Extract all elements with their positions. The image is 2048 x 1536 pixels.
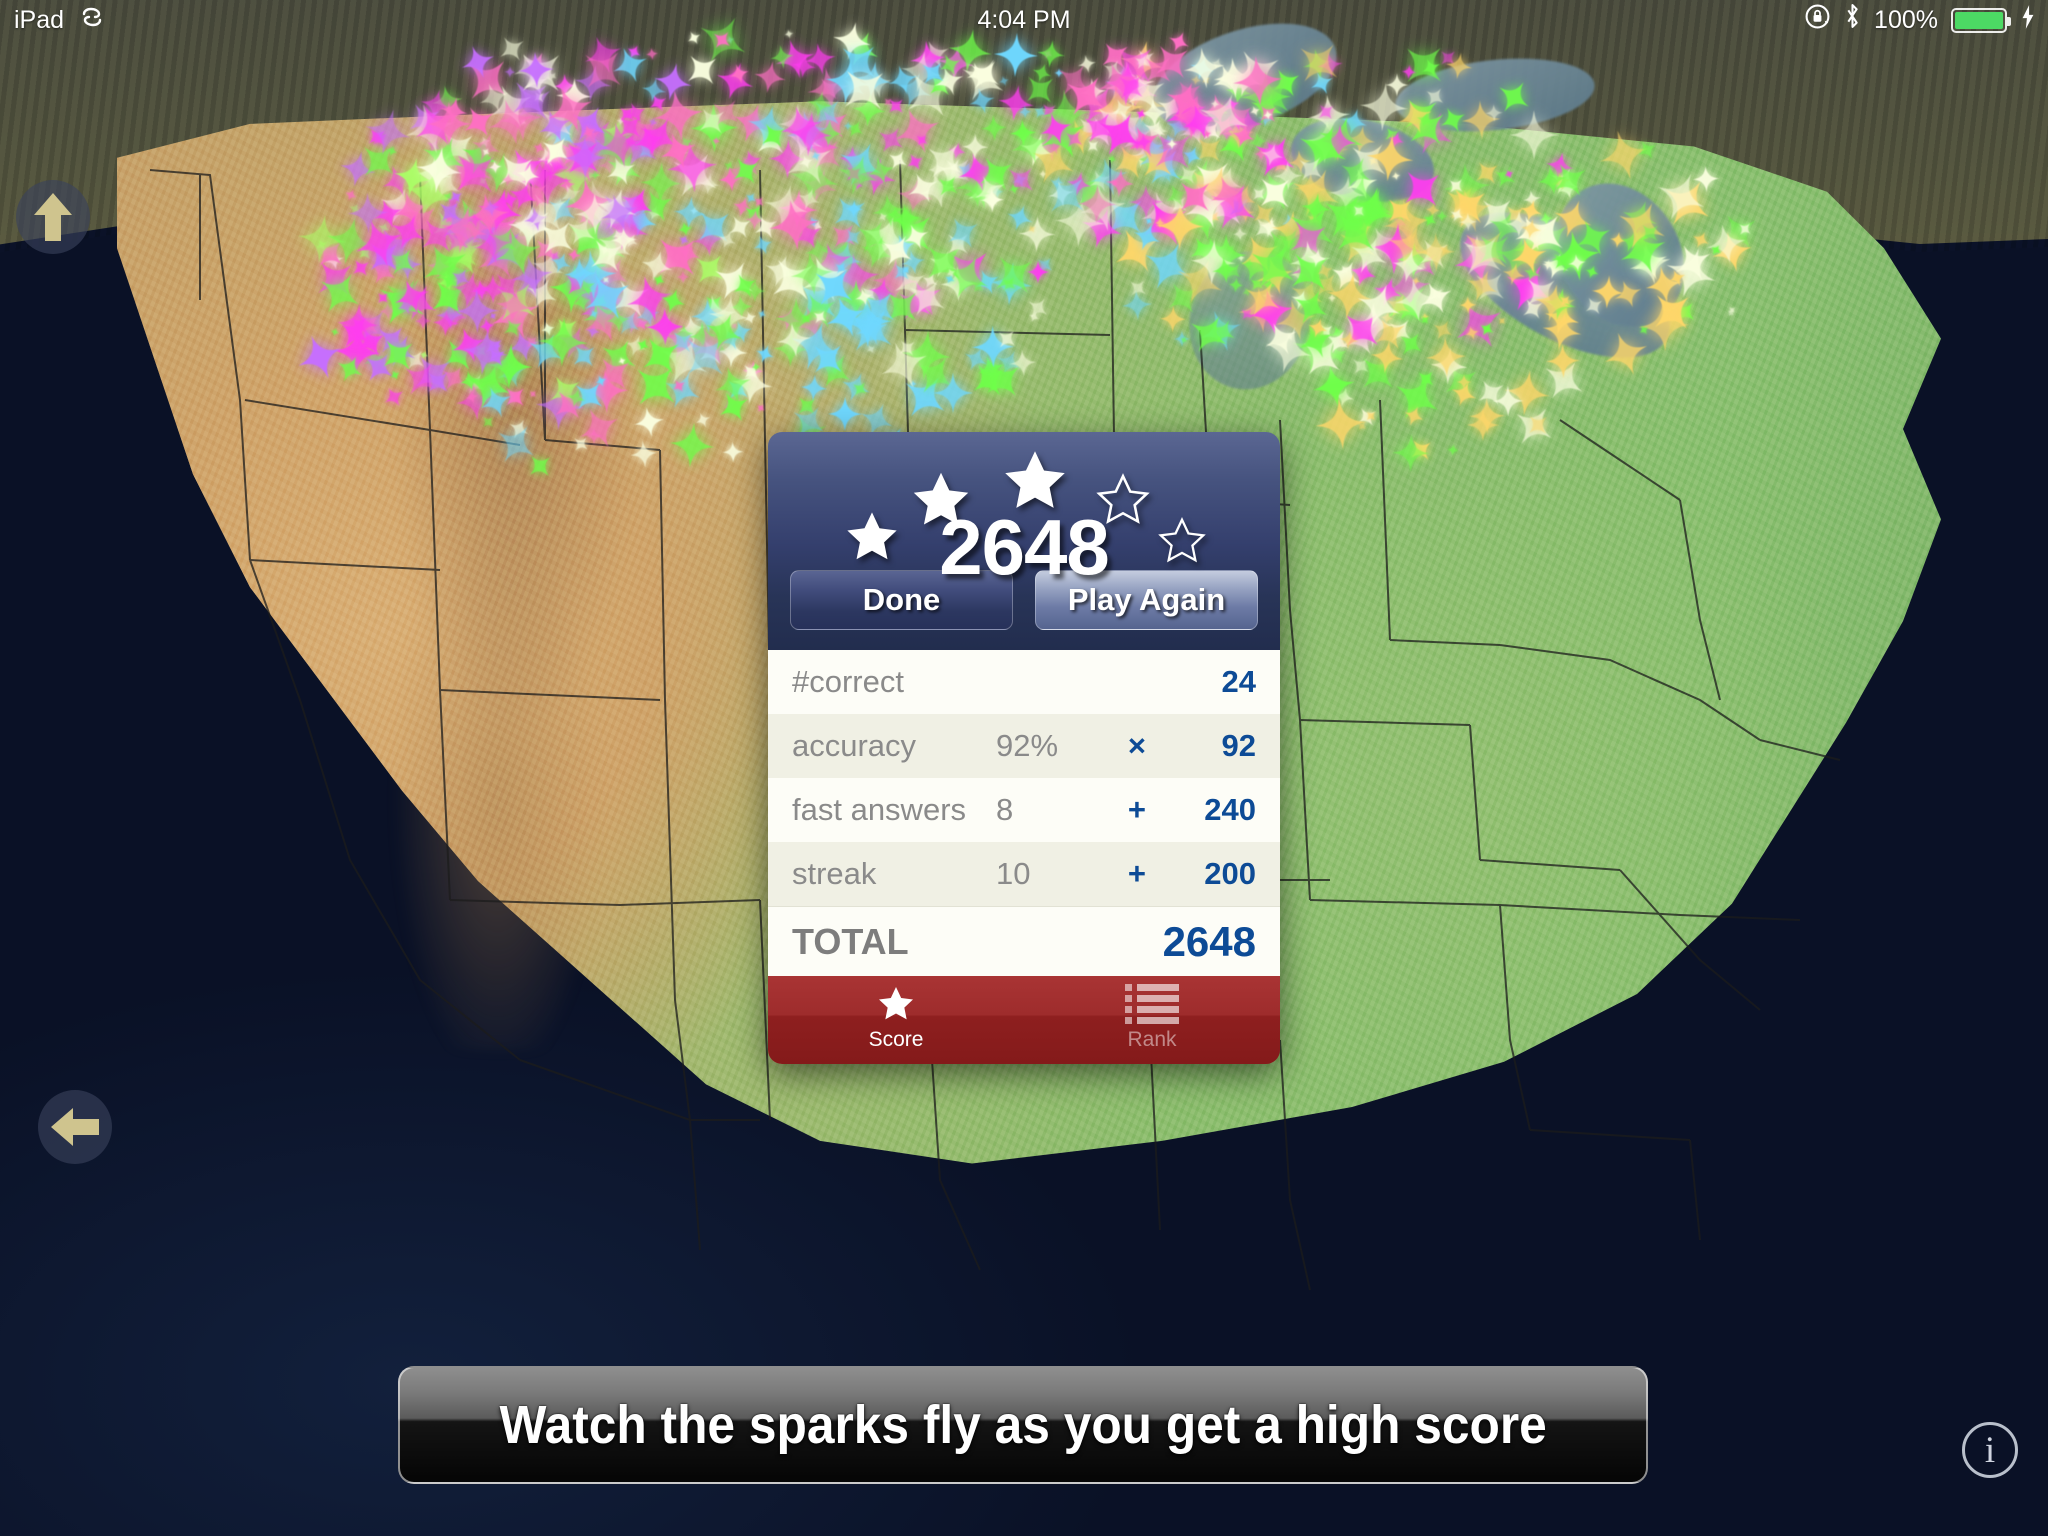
caption-text: Watch the sparks fly as you get a high s… — [499, 1395, 1547, 1455]
score-panel-header: 2648 Done Play Again — [768, 432, 1280, 650]
total-value: 2648 — [1162, 917, 1256, 965]
app-screen: iPad 4:04 PM 100% i 2648 Done Play Again… — [0, 0, 2048, 1536]
stat-label: accuracy — [792, 728, 917, 763]
status-bar-time: 4:04 PM — [977, 5, 1071, 34]
tab-rank[interactable]: Rank — [1024, 976, 1280, 1064]
battery-full-icon — [1951, 7, 2011, 33]
tab-rank-label: Rank — [1127, 1028, 1177, 1051]
score-value: 2648 — [939, 503, 1110, 591]
table-row: #correct 24 — [768, 650, 1280, 714]
info-button-label: i — [1984, 1429, 1996, 1471]
caption-banner: Watch the sparks fly as you get a high s… — [398, 1366, 1648, 1484]
stat-detail: 92% — [996, 728, 1059, 763]
total-label: TOTAL — [792, 920, 909, 962]
stat-value: 24 — [1221, 664, 1256, 699]
stat-operator: × — [1127, 728, 1146, 763]
left-arrow-icon — [51, 1108, 99, 1146]
stat-label: fast answers — [792, 792, 967, 827]
stat-operator: + — [1127, 792, 1146, 827]
stat-detail: 8 — [996, 792, 1014, 827]
stat-label: streak — [792, 856, 877, 891]
stat-label: #correct — [792, 664, 904, 699]
star-rating: 2648 — [804, 446, 1244, 591]
stat-detail: 10 — [996, 856, 1031, 891]
info-button[interactable]: i — [1962, 1422, 2018, 1478]
tab-score-label: Score — [868, 1028, 924, 1051]
total-row: TOTAL 2648 — [768, 906, 1280, 976]
table-row: accuracy 92% × 92 — [768, 714, 1280, 778]
up-arrow-icon — [34, 193, 72, 241]
stat-value: 200 — [1204, 856, 1256, 891]
up-arrow-button[interactable] — [16, 180, 90, 254]
table-row: streak 10 + 200 — [768, 842, 1280, 906]
panel-tab-bar: Score Rank — [768, 976, 1280, 1064]
tab-score[interactable]: Score — [768, 976, 1024, 1064]
stat-value: 92 — [1221, 728, 1256, 763]
table-row: fast answers 8 + 240 — [768, 778, 1280, 842]
ios-status-bar: iPad 4:04 PM 100% — [0, 0, 2048, 40]
stat-operator: + — [1127, 856, 1146, 891]
score-breakdown-table: #correct 24 accuracy 92% × 92 fast answe… — [768, 650, 1280, 976]
list-icon — [1125, 984, 1179, 1024]
score-results-panel: 2648 Done Play Again #correct 24 accurac… — [768, 432, 1280, 1064]
star-icon — [875, 987, 917, 1024]
stat-value: 240 — [1204, 792, 1256, 827]
back-arrow-button[interactable] — [38, 1090, 112, 1164]
